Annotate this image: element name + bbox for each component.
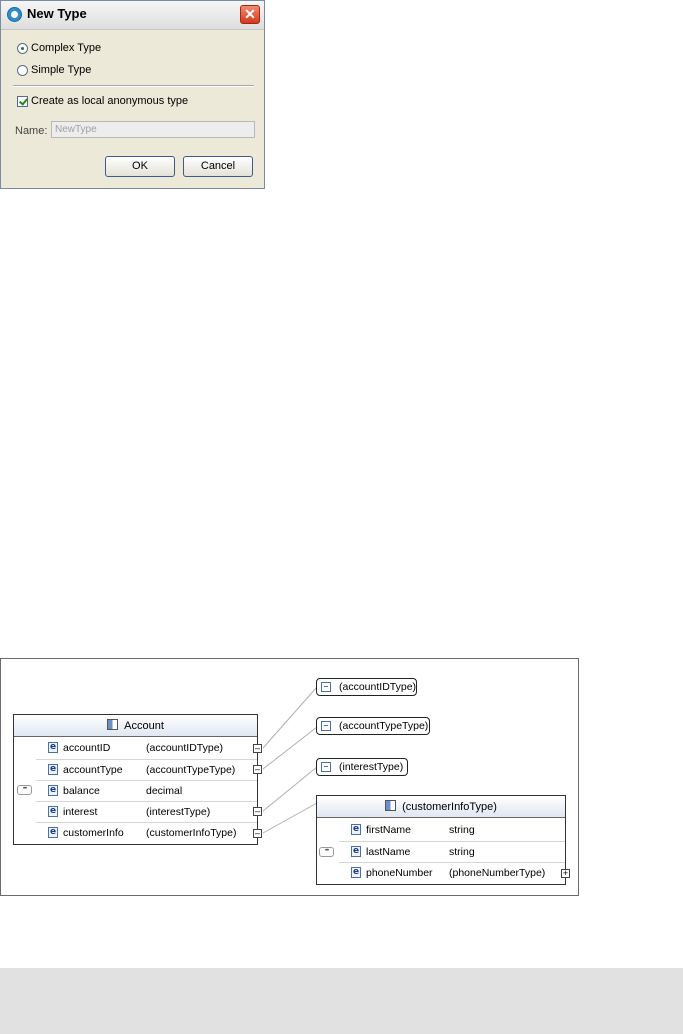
table-row[interactable]: e accountID (accountIDType): [36, 738, 257, 759]
element-icon: e: [48, 827, 58, 838]
element-name: phoneNumber: [366, 867, 433, 879]
element-type: (accountTypeType): [146, 764, 236, 776]
collapse-icon[interactable]: –: [253, 765, 262, 774]
simple-type-label: (interestType): [339, 761, 404, 773]
element-name: firstName: [366, 824, 411, 836]
footer-band: [0, 968, 683, 1034]
element-type: (interestType): [146, 806, 211, 818]
app-logo-icon: [7, 7, 22, 22]
element-name: lastName: [366, 846, 411, 858]
element-type: (customerInfoType): [146, 827, 237, 839]
close-button[interactable]: ✕: [240, 5, 260, 24]
element-icon: e: [48, 785, 58, 796]
account-box[interactable]: Account e accountID (accountIDType) e ac…: [13, 714, 258, 845]
simple-type-interest[interactable]: (interestType): [316, 758, 408, 776]
local-anonymous-checkbox[interactable]: [17, 96, 28, 107]
element-icon: e: [351, 846, 361, 857]
local-anonymous-label[interactable]: Create as local anonymous type: [31, 95, 188, 107]
expand-icon[interactable]: +: [561, 869, 570, 878]
customer-info-box[interactable]: (customerInfoType) e firstName string e …: [316, 795, 566, 885]
simple-type-icon: [321, 721, 331, 731]
simple-type-icon: [321, 682, 331, 692]
element-icon: e: [48, 742, 58, 753]
collapse-icon[interactable]: –: [253, 807, 262, 816]
simple-type-accountid[interactable]: (accountIDType): [316, 678, 417, 696]
complex-type-icon: [385, 800, 397, 811]
customer-info-header: (customerInfoType): [317, 796, 565, 818]
separator: [13, 85, 254, 87]
element-name: accountID: [63, 742, 111, 754]
sequence-icon[interactable]: •••: [17, 785, 32, 795]
dialog-titlebar[interactable]: New Type ✕: [1, 1, 264, 30]
element-name: interest: [63, 806, 98, 818]
element-icon: e: [48, 806, 58, 817]
simple-type-label[interactable]: Simple Type: [31, 64, 91, 76]
element-type: (accountIDType): [146, 742, 224, 754]
element-type: string: [449, 824, 475, 836]
table-row[interactable]: e phoneNumber (phoneNumberType): [339, 862, 565, 883]
name-label: Name:: [15, 125, 48, 137]
element-icon: e: [351, 867, 361, 878]
simple-type-label: (accountIDType): [339, 681, 417, 693]
account-title: Account: [124, 720, 164, 732]
account-header: Account: [14, 715, 257, 737]
collapse-icon[interactable]: –: [253, 744, 262, 753]
simple-type-accounttype[interactable]: (accountTypeType): [316, 717, 430, 735]
cancel-button[interactable]: Cancel: [183, 156, 253, 177]
close-icon: ✕: [244, 6, 256, 22]
dialog-title: New Type: [27, 6, 87, 21]
element-name: customerInfo: [63, 827, 124, 839]
table-row[interactable]: e firstName string: [339, 820, 565, 841]
element-type: decimal: [146, 785, 183, 797]
simple-type-icon: [321, 762, 331, 772]
collapse-icon[interactable]: –: [253, 829, 262, 838]
name-field[interactable]: NewType: [51, 121, 255, 138]
complex-type-icon: [107, 719, 119, 730]
new-type-dialog: New Type ✕ Complex Type Simple Type Crea…: [0, 0, 265, 189]
element-name: accountType: [63, 764, 123, 776]
element-type: string: [449, 846, 475, 858]
simple-type-label: (accountTypeType): [339, 720, 429, 732]
table-row[interactable]: e customerInfo (customerInfoType): [36, 822, 257, 843]
sequence-icon[interactable]: •••: [319, 847, 334, 857]
table-row[interactable]: e lastName string: [339, 841, 565, 862]
customer-info-title: (customerInfoType): [402, 801, 497, 813]
element-name: balance: [63, 785, 100, 797]
element-icon: e: [48, 764, 58, 775]
ok-button[interactable]: OK: [105, 156, 175, 177]
table-row[interactable]: e accountType (accountTypeType): [36, 759, 257, 780]
table-row[interactable]: e interest (interestType): [36, 801, 257, 822]
element-type: (phoneNumberType): [449, 867, 546, 879]
schema-diagram: Account e accountID (accountIDType) e ac…: [0, 658, 579, 896]
complex-type-radio[interactable]: [17, 43, 28, 54]
element-icon: e: [351, 824, 361, 835]
table-row[interactable]: e balance decimal: [36, 780, 257, 801]
complex-type-label[interactable]: Complex Type: [31, 42, 101, 54]
simple-type-radio[interactable]: [17, 65, 28, 76]
